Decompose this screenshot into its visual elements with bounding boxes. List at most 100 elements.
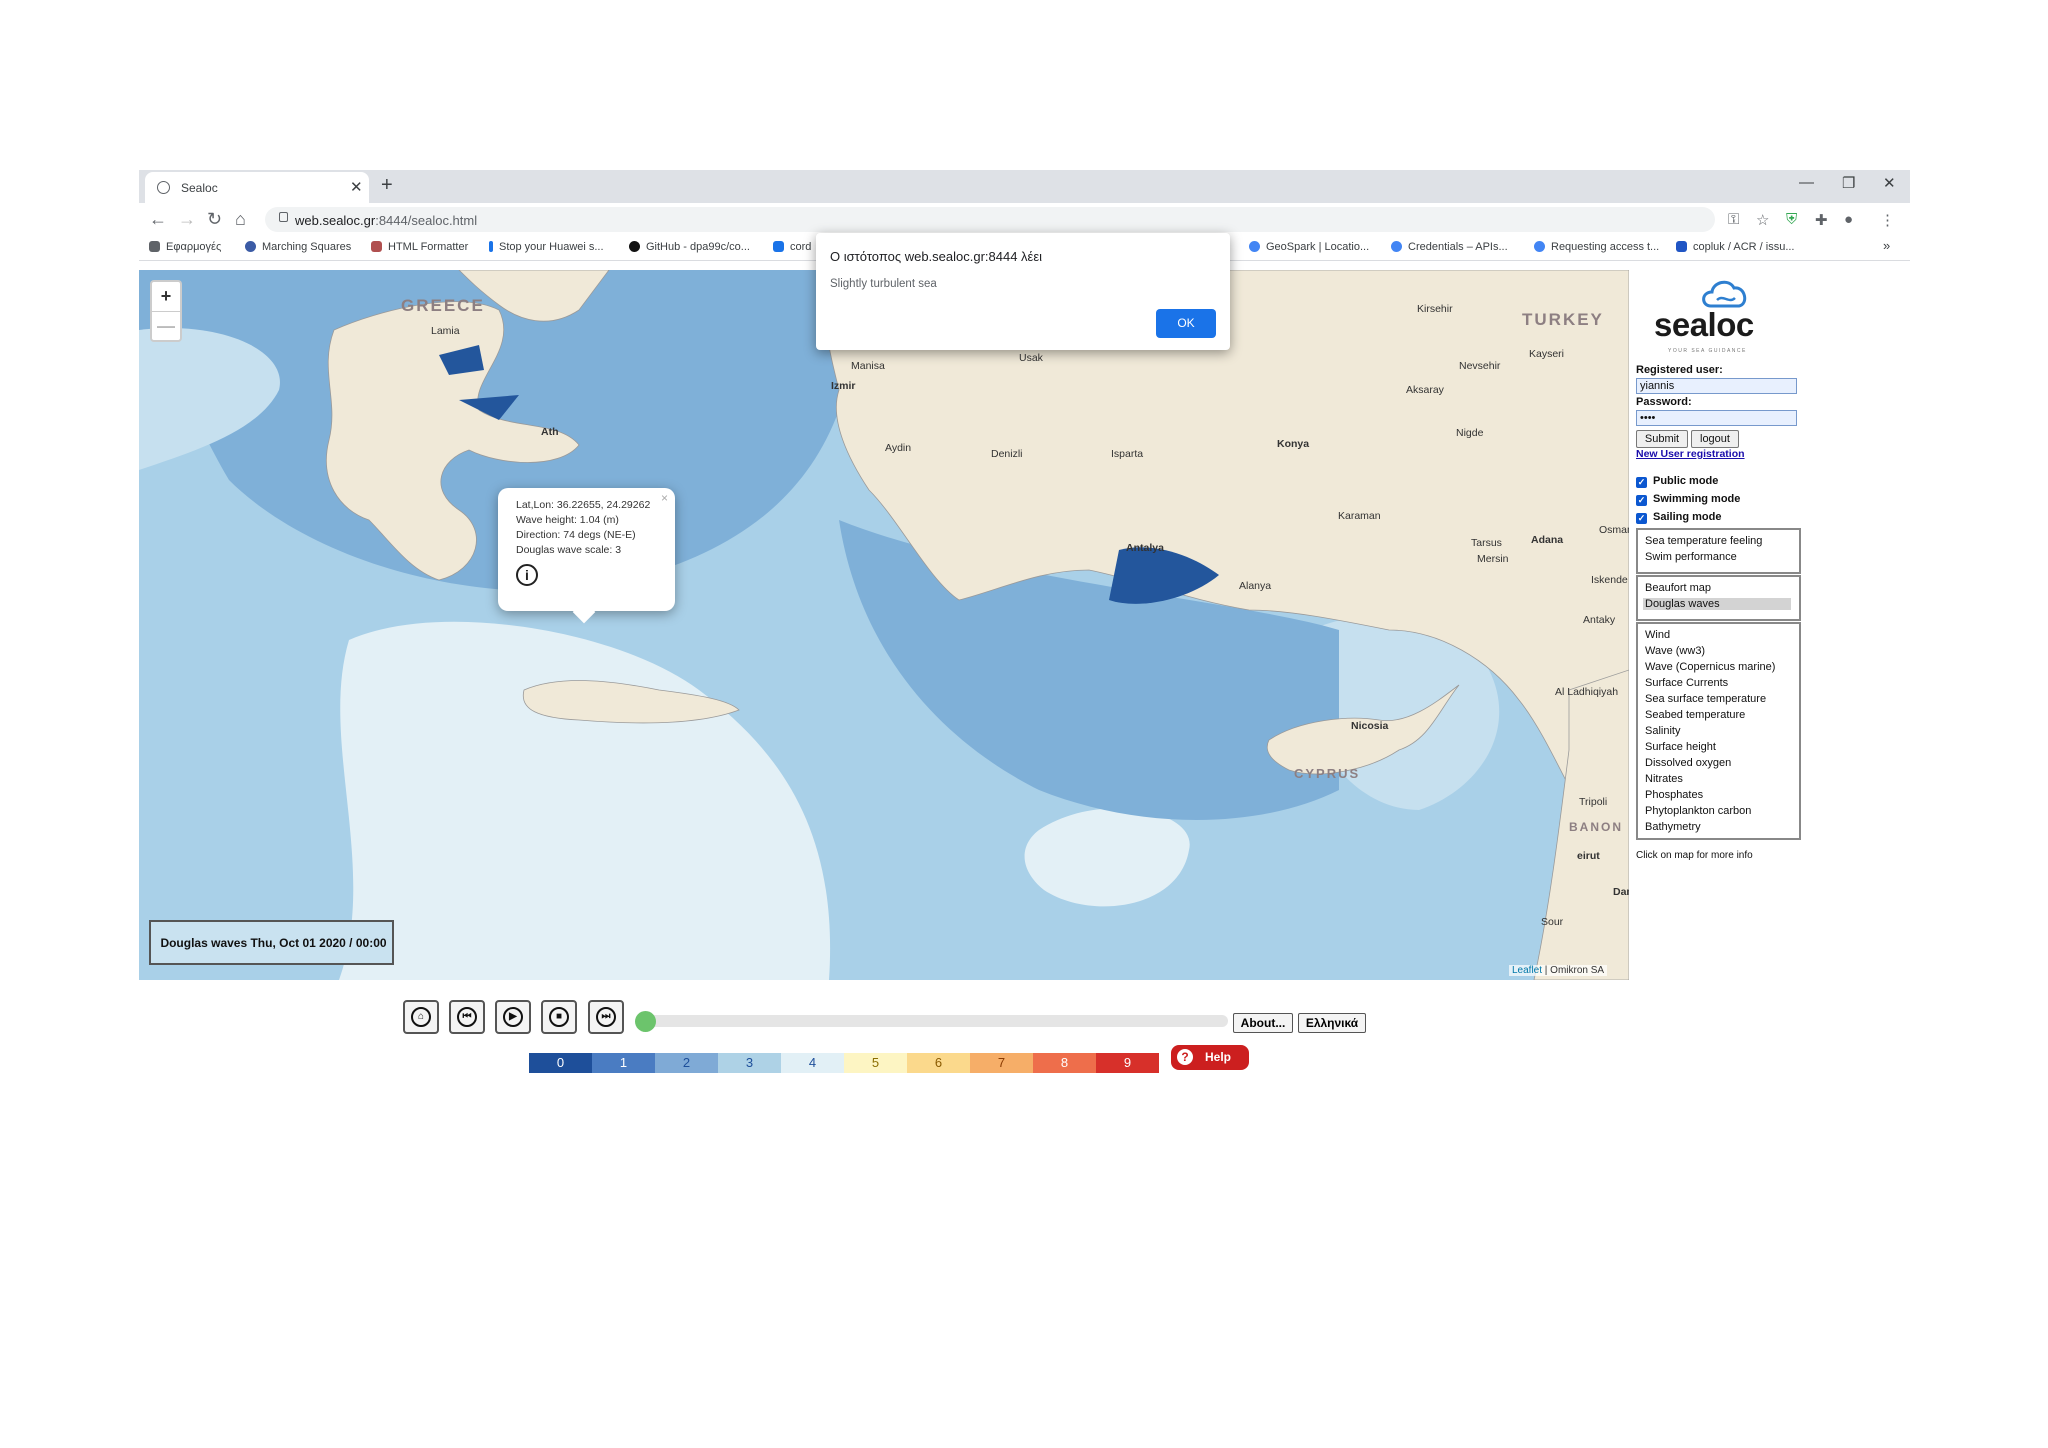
city-label: Tarsus <box>1471 537 1502 549</box>
username-field[interactable]: yiannis <box>1636 378 1797 394</box>
new-tab-icon[interactable]: + <box>381 174 393 197</box>
url-host: web.sealoc.gr <box>295 213 376 228</box>
list-item[interactable]: Seabed temperature <box>1645 709 1745 721</box>
close-window-icon[interactable]: ✕ <box>1883 174 1896 192</box>
bookmark-apps[interactable]: Εφαρμογές <box>149 241 221 253</box>
step-back-button[interactable]: ⏮ <box>449 1000 485 1034</box>
forward-icon[interactable]: → <box>178 209 196 230</box>
list-item[interactable]: Sea temperature feeling <box>1645 535 1762 547</box>
step-forward-button[interactable]: ⏭ <box>588 1000 624 1034</box>
about-button[interactable]: About... <box>1233 1013 1293 1033</box>
zoom-in-button[interactable]: + <box>152 282 180 311</box>
attribution: Leaflet | Omikron SA <box>1509 965 1608 976</box>
list-item[interactable]: Sea surface temperature <box>1645 693 1766 705</box>
list-item[interactable]: Swim performance <box>1645 551 1737 563</box>
google-icon <box>1249 241 1260 252</box>
close-icon[interactable]: × <box>661 491 668 505</box>
logo: sealoc <box>1654 306 1754 343</box>
city-label: Tripoli <box>1579 796 1608 808</box>
bookmark-cord[interactable]: cord <box>773 241 811 253</box>
key-icon[interactable]: ⚿ <box>1728 211 1739 228</box>
bookmark-github[interactable]: GitHub - dpa99c/co... <box>629 241 750 253</box>
language-button[interactable]: Ελληνικά <box>1298 1013 1366 1033</box>
home-icon: ⌂ <box>411 1007 431 1027</box>
home-button[interactable]: ⌂ <box>403 1000 439 1034</box>
address-bar[interactable]: web.sealoc.gr:8444/sealoc.html <box>265 207 1715 232</box>
apps-icon <box>149 241 160 252</box>
legend-swatch: 8 <box>1033 1053 1096 1073</box>
bookmark-credentials[interactable]: Credentials – APIs... <box>1391 241 1508 253</box>
list-item[interactable]: Surface Currents <box>1645 677 1728 689</box>
list-item[interactable]: Beaufort map <box>1645 582 1711 594</box>
map-hint: Click on map for more info <box>1636 850 1753 861</box>
list-item[interactable]: Wind <box>1645 629 1670 641</box>
alert-dialog: Ο ιστότοπος web.sealoc.gr:8444 λέει Slig… <box>816 233 1230 350</box>
bookmark-requesting[interactable]: Requesting access t... <box>1534 241 1659 253</box>
submit-button[interactable]: Submit <box>1636 430 1688 448</box>
time-slider-handle[interactable] <box>635 1011 656 1032</box>
leaflet-link[interactable]: Leaflet <box>1512 965 1542 976</box>
cloud-logo-icon <box>1702 280 1747 308</box>
popup-latlon: Lat,Lon: 36.22655, 24.29262 <box>516 499 651 511</box>
register-link[interactable]: New User registration <box>1636 448 1745 460</box>
sailing-mode-checkbox[interactable]: ✓ Sailing mode <box>1636 511 1721 524</box>
stop-icon: ■ <box>549 1007 569 1027</box>
time-slider[interactable] <box>636 1015 1228 1027</box>
help-button[interactable]: ? Help <box>1171 1045 1249 1070</box>
menu-icon[interactable]: ⋮ <box>1880 211 1895 229</box>
swimming-mode-checkbox[interactable]: ✓ Swimming mode <box>1636 493 1740 506</box>
list-item[interactable]: Nitrates <box>1645 773 1683 785</box>
stop-button[interactable]: ■ <box>541 1000 577 1034</box>
bookmark-geospark[interactable]: GeoSpark | Locatio... <box>1249 241 1369 253</box>
shield-icon[interactable]: ⛨ <box>1786 211 1797 228</box>
legend-swatch: 2 <box>655 1053 718 1073</box>
list-item[interactable]: Surface height <box>1645 741 1716 753</box>
city-label: Antalya <box>1126 542 1164 554</box>
public-mode-checkbox[interactable]: ✓ Public mode <box>1636 475 1718 488</box>
list-item[interactable]: Phosphates <box>1645 789 1703 801</box>
popup-wave-height: Wave height: 1.04 (m) <box>516 514 619 526</box>
home-icon[interactable]: ⌂ <box>235 209 246 230</box>
bookmark-copluk[interactable]: copluk / ACR / issu... <box>1676 241 1794 253</box>
reload-icon[interactable]: ↻ <box>207 209 222 230</box>
bookmark-marching-squares[interactable]: Marching Squares <box>245 241 351 253</box>
list-item[interactable]: Wave (ww3) <box>1645 645 1705 657</box>
legend-swatch: 9 <box>1096 1053 1159 1073</box>
list-item[interactable]: Bathymetry <box>1645 821 1701 833</box>
logout-button[interactable]: logout <box>1691 430 1739 448</box>
minimize-icon[interactable]: — <box>1799 174 1814 191</box>
zoom-out-button[interactable]: — <box>152 311 180 341</box>
list-item-selected[interactable]: Douglas waves <box>1643 598 1791 610</box>
ok-button[interactable]: OK <box>1156 309 1216 338</box>
swim-list: Sea temperature feeling Swim performance <box>1636 528 1801 574</box>
city-label: Aydin <box>885 442 912 454</box>
city-label: Iskende <box>1591 574 1628 586</box>
list-item[interactable]: Wave (Copernicus marine) <box>1645 661 1775 673</box>
password-field[interactable]: •••• <box>1636 410 1797 426</box>
list-item[interactable]: Salinity <box>1645 725 1680 737</box>
star-icon[interactable]: ☆ <box>1756 211 1769 229</box>
google-icon <box>1534 241 1545 252</box>
back-icon[interactable]: ← <box>149 209 167 230</box>
extensions-icon[interactable]: ✚ <box>1815 211 1828 229</box>
bookmark-huawei[interactable]: Stop your Huawei s... <box>489 241 604 253</box>
profile-icon[interactable]: ● <box>1844 211 1853 228</box>
city-label: Al Ladhiqiyah <box>1555 686 1619 698</box>
map[interactable]: + — GREECE TURKEY CYPRUS BANON Lamia Ath… <box>139 270 1629 980</box>
dialog-title: Ο ιστότοπος web.sealoc.gr:8444 λέει <box>830 249 1043 264</box>
city-label: Kirsehir <box>1417 303 1453 315</box>
restore-icon[interactable]: ❐ <box>1842 174 1855 192</box>
dialog-message: Slightly turbulent sea <box>830 278 937 290</box>
tab-sealoc[interactable]: Sealoc ✕ <box>145 172 369 203</box>
popup-direction: Direction: 74 degs (NE-E) <box>516 529 636 541</box>
info-icon[interactable]: i <box>516 564 538 586</box>
list-item[interactable]: Dissolved oxygen <box>1645 757 1731 769</box>
bookmark-html-formatter[interactable]: HTML Formatter <box>371 241 468 253</box>
bookmark-icon <box>489 241 493 252</box>
play-button[interactable]: ▶ <box>495 1000 531 1034</box>
close-tab-icon[interactable]: ✕ <box>350 178 363 196</box>
city-label: Alanya <box>1239 580 1272 592</box>
more-bookmarks-icon[interactable]: » <box>1883 238 1890 253</box>
question-icon: ? <box>1177 1049 1193 1065</box>
list-item[interactable]: Phytoplankton carbon <box>1645 805 1751 817</box>
